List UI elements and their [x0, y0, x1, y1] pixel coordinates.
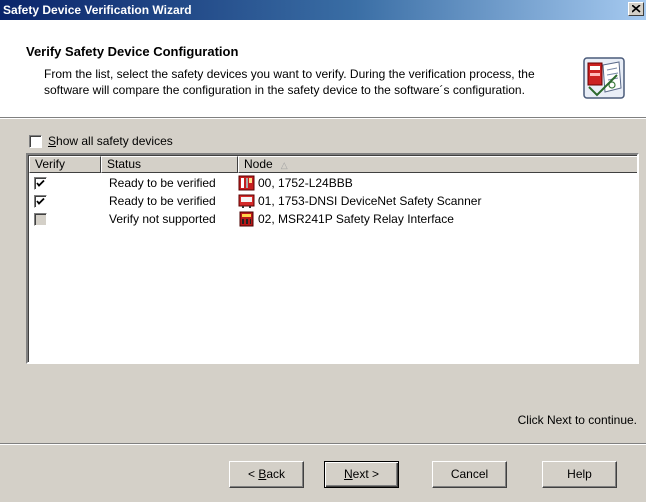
next-button[interactable]: Next >	[324, 461, 399, 488]
footer-divider-highlight	[0, 444, 646, 445]
wizard-window: Safety Device Verification Wizard Verify…	[0, 0, 646, 502]
list-item[interactable]: Ready to be verified 01, 1753-DNSI Devic…	[29, 192, 629, 210]
column-header-status[interactable]: Status	[101, 156, 238, 173]
close-icon	[632, 5, 641, 13]
verify-checkbox[interactable]	[34, 195, 47, 208]
row-status: Ready to be verified	[109, 176, 216, 190]
wizard-header: Verify Safety Device Configuration From …	[0, 20, 646, 117]
verify-checkbox[interactable]	[34, 213, 47, 226]
verification-wizard-icon	[583, 57, 625, 99]
verify-checkbox[interactable]	[34, 177, 47, 190]
continue-hint: Click Next to continue.	[517, 413, 637, 427]
controller-icon	[238, 175, 255, 191]
row-node: 02, MSR241P Safety Relay Interface	[258, 212, 454, 226]
relay-icon	[239, 211, 254, 227]
cancel-button[interactable]: Cancel	[432, 461, 507, 488]
list-header: Verify Status Node △	[29, 156, 637, 173]
column-header-verify[interactable]: Verify	[29, 156, 101, 173]
list-item[interactable]: Verify not supported 02, MSR241P Safety …	[29, 210, 629, 228]
row-status: Verify not supported	[109, 212, 216, 226]
title-bar[interactable]: Safety Device Verification Wizard	[0, 0, 646, 20]
row-node: 00, 1752-L24BBB	[258, 176, 353, 190]
list-item[interactable]: Ready to be verified 00, 1752-L24BBB	[29, 174, 629, 192]
header-divider-highlight	[0, 118, 646, 119]
close-button[interactable]	[628, 2, 644, 16]
safety-device-list[interactable]: Verify Status Node △ Ready to be verified…	[26, 153, 639, 364]
row-node: 01, 1753-DNSI DeviceNet Safety Scanner	[258, 194, 482, 208]
checkbox[interactable]	[29, 134, 42, 148]
back-button[interactable]: < Back	[229, 461, 304, 488]
column-header-node[interactable]: Node △	[238, 156, 637, 173]
show-all-label: Show all safety devices	[48, 134, 173, 148]
header-description: From the list, select the safety devices…	[44, 67, 535, 97]
sort-ascending-icon: △	[280, 160, 288, 170]
checkmark-icon	[36, 179, 45, 187]
help-button[interactable]: Help	[542, 461, 617, 488]
show-all-devices-checkbox[interactable]: Show all safety devices	[29, 134, 173, 148]
checkmark-icon	[36, 197, 45, 205]
window-title: Safety Device Verification Wizard	[3, 3, 192, 17]
header-title: Verify Safety Device Configuration	[26, 44, 239, 59]
row-status: Ready to be verified	[109, 194, 216, 208]
scanner-icon	[238, 194, 255, 208]
